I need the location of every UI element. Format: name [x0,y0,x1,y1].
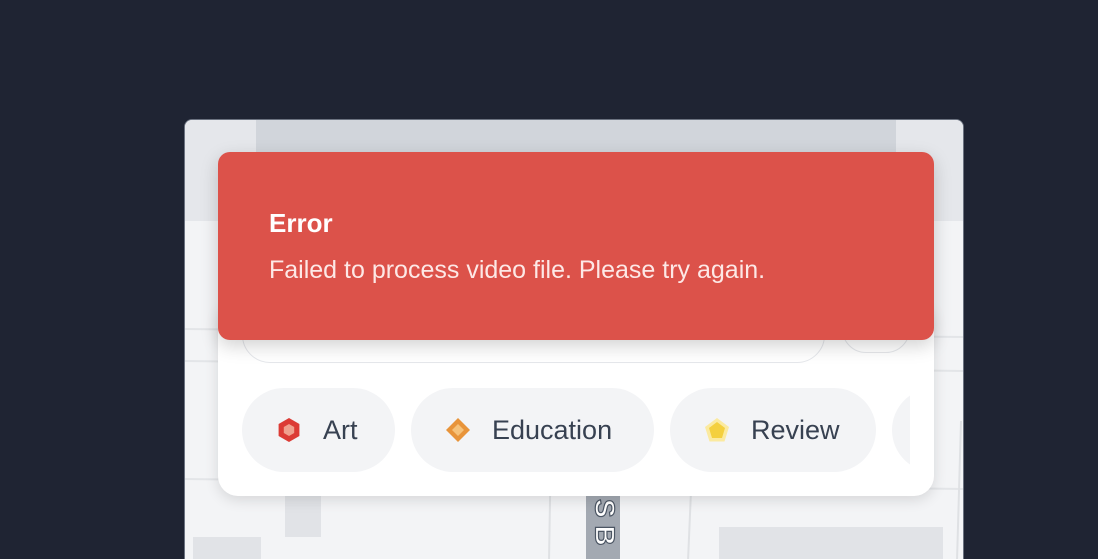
category-chip-label: Art [323,415,358,445]
diamond-icon [446,418,470,442]
category-chip-label: Education [492,415,613,445]
category-chip-art[interactable]: Art [242,388,395,472]
toast-title: Error [269,208,333,238]
category-chip-label: Review [751,415,840,445]
error-toast[interactable]: Error Failed to process video file. Plea… [218,152,934,340]
toast-message: Failed to process video file. Please try… [269,256,766,284]
hexagon-icon [278,418,300,442]
pentagon-icon [705,418,729,442]
street-label: S B [590,499,621,546]
category-chip-review[interactable]: Review [670,388,876,472]
category-chip-education[interactable]: Education [411,388,654,472]
category-chip-more[interactable] [892,388,910,472]
category-chips: Art Education Review [242,388,910,472]
